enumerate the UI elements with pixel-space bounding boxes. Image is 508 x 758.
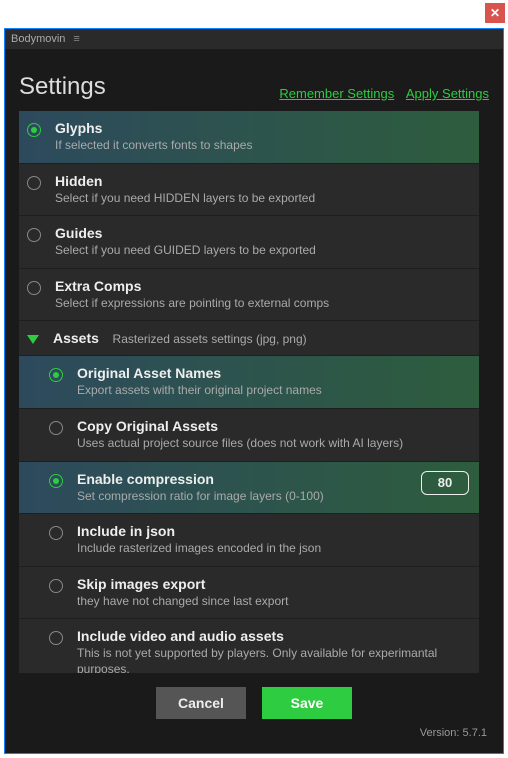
option-glyphs[interactable]: Glyphs If selected it converts fonts to …: [19, 111, 479, 164]
option-label: Glyphs: [55, 120, 469, 136]
bodymovin-panel: Bodymovin ≡ Settings Remember Settings A…: [4, 28, 504, 754]
expand-down-icon[interactable]: [27, 335, 39, 344]
radio-off-icon[interactable]: [27, 281, 41, 295]
option-label: Include in json: [77, 523, 469, 539]
option-desc: Uses actual project source files (does n…: [77, 436, 469, 452]
cancel-button[interactable]: Cancel: [156, 687, 246, 719]
option-skip-images[interactable]: Skip images export they have not changed…: [19, 567, 479, 620]
remember-settings-link[interactable]: Remember Settings: [279, 86, 394, 101]
option-label: Copy Original Assets: [77, 418, 469, 434]
option-desc: they have not changed since last export: [77, 594, 469, 610]
page-title: Settings: [19, 73, 106, 101]
option-include-video-audio[interactable]: Include video and audio assets This is n…: [19, 619, 479, 673]
option-include-json[interactable]: Include in json Include rasterized image…: [19, 514, 479, 567]
radio-off-icon[interactable]: [49, 421, 63, 435]
option-label: Include video and audio assets: [77, 628, 469, 644]
radio-on-icon[interactable]: [27, 123, 41, 137]
radio-off-icon[interactable]: [49, 579, 63, 593]
option-desc: Include rasterized images encoded in the…: [77, 541, 469, 557]
option-label: Guides: [55, 225, 469, 241]
titlebar: Bodymovin ≡: [5, 29, 503, 49]
option-extra-comps[interactable]: Extra Comps Select if expressions are po…: [19, 269, 479, 322]
option-desc: Set compression ratio for image layers (…: [77, 489, 413, 505]
compression-input[interactable]: [421, 471, 469, 495]
option-label: Enable compression: [77, 471, 413, 487]
radio-off-icon[interactable]: [49, 631, 63, 645]
radio-off-icon[interactable]: [27, 176, 41, 190]
save-button[interactable]: Save: [262, 687, 352, 719]
radio-off-icon[interactable]: [49, 526, 63, 540]
settings-list: Glyphs If selected it converts fonts to …: [19, 111, 489, 673]
radio-on-icon[interactable]: [49, 368, 63, 382]
option-label: Original Asset Names: [77, 365, 469, 381]
option-desc: This is not yet supported by players. On…: [77, 646, 469, 673]
option-desc: If selected it converts fonts to shapes: [55, 138, 469, 154]
option-desc: Select if you need HIDDEN layers to be e…: [55, 191, 469, 207]
group-label: Assets: [53, 330, 99, 346]
option-original-names[interactable]: Original Asset Names Export assets with …: [19, 356, 479, 409]
version-label: Version: 5.7.1: [19, 725, 489, 743]
option-label: Extra Comps: [55, 278, 469, 294]
option-hidden[interactable]: Hidden Select if you need HIDDEN layers …: [19, 164, 479, 217]
option-label: Hidden: [55, 173, 469, 189]
radio-off-icon[interactable]: [27, 228, 41, 242]
group-desc: Rasterized assets settings (jpg, png): [113, 332, 307, 346]
scrollbar-track: [479, 111, 489, 673]
scrollbar-thumb-top[interactable]: [480, 111, 488, 135]
option-desc: Select if expressions are pointing to ex…: [55, 296, 469, 312]
apply-settings-link[interactable]: Apply Settings: [406, 86, 489, 101]
group-assets[interactable]: Assets Rasterized assets settings (jpg, …: [19, 321, 479, 356]
menu-icon[interactable]: ≡: [73, 33, 79, 45]
window-close-button[interactable]: ✕: [485, 3, 505, 23]
option-copy-original[interactable]: Copy Original Assets Uses actual project…: [19, 409, 479, 462]
app-title: Bodymovin: [11, 33, 65, 45]
option-enable-compression[interactable]: Enable compression Set compression ratio…: [19, 462, 479, 515]
option-guides[interactable]: Guides Select if you need GUIDED layers …: [19, 216, 479, 269]
scrollbar-thumb-bottom[interactable]: [480, 649, 488, 673]
radio-on-icon[interactable]: [49, 474, 63, 488]
option-label: Skip images export: [77, 576, 469, 592]
option-desc: Select if you need GUIDED layers to be e…: [55, 243, 469, 259]
option-desc: Export assets with their original projec…: [77, 383, 469, 399]
